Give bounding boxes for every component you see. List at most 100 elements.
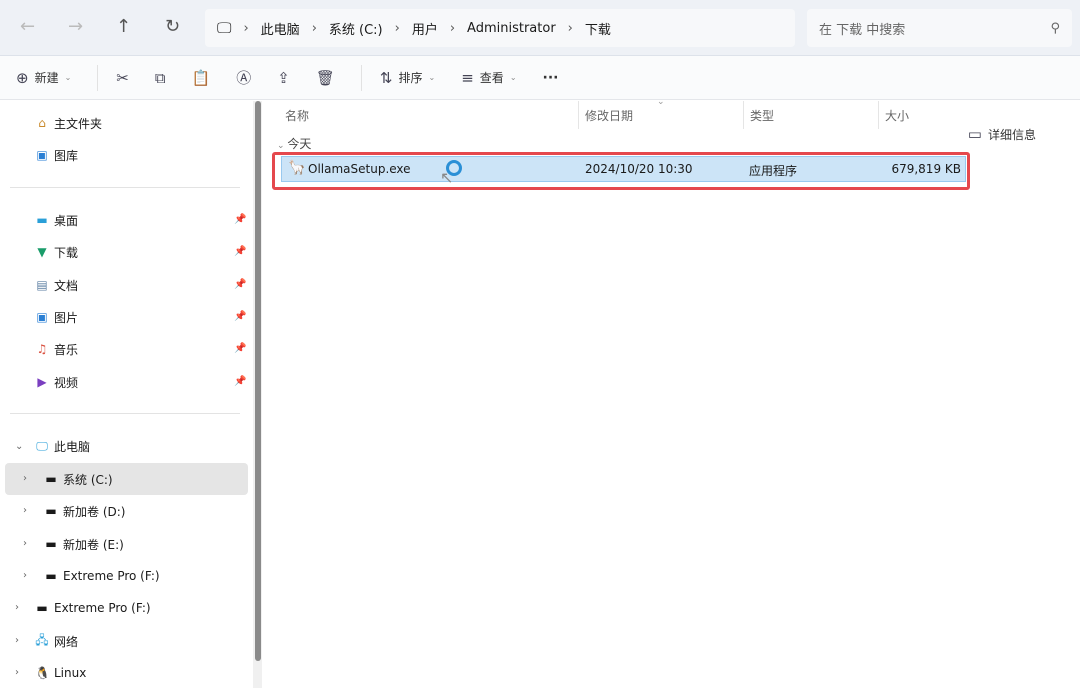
title-address-bar: ← → ↑ ↻ 🖵 › 此电脑 › 系统 (C:) › 用户 › Adminis… — [0, 0, 1080, 56]
sidebar-item-downloads[interactable]: ▼ 下载 — [35, 241, 78, 263]
copy-button[interactable]: ⧉ — [155, 69, 166, 87]
pin-icon[interactable]: 📌 — [234, 311, 246, 322]
sidebar-item-drive-d[interactable]: ▬ 新加卷 (D:) — [44, 500, 125, 522]
pin-icon[interactable]: 📌 — [234, 343, 246, 354]
download-icon: ▼ — [37, 245, 47, 259]
breadcrumb-separator: › — [243, 20, 249, 36]
sidebar-item-label: Extreme Pro (F:) — [54, 601, 151, 615]
chevron-right-icon[interactable]: › — [15, 635, 19, 646]
new-button[interactable]: ⊕ 新建 ⌄ — [16, 69, 71, 87]
sidebar-item-label: 图库 — [54, 148, 79, 163]
rename-icon: Ⓐ — [236, 69, 252, 87]
column-header-size[interactable]: 大小 — [885, 107, 909, 124]
sidebar-item-label: 主文件夹 — [54, 116, 103, 131]
pin-icon[interactable]: 📌 — [234, 376, 246, 387]
column-divider[interactable] — [578, 101, 579, 129]
picture-icon: ▣ — [36, 310, 48, 324]
music-icon: ♫ — [36, 342, 48, 356]
highlight-annotation — [272, 152, 970, 190]
column-header-type[interactable]: 类型 — [750, 107, 774, 124]
plus-circle-icon: ⊕ — [16, 68, 29, 87]
divider — [10, 413, 240, 414]
new-label: 新建 — [34, 71, 59, 85]
sidebar-item-label: 系统 (C:) — [63, 472, 113, 487]
sidebar-item-label: 音乐 — [54, 342, 79, 357]
sidebar-item-videos[interactable]: ▶ 视频 — [35, 371, 78, 393]
document-icon: ▤ — [36, 278, 48, 292]
column-header-name[interactable]: 名称 — [285, 107, 309, 124]
sidebar-item-label: 新加卷 (D:) — [63, 504, 126, 519]
sort-icon: ⇅ — [379, 68, 393, 87]
column-divider[interactable] — [743, 101, 744, 129]
scissors-icon: ✂ — [116, 68, 129, 87]
breadcrumb-this-pc[interactable]: 此电脑 — [261, 19, 300, 38]
sidebar-item-label: 下载 — [54, 245, 79, 260]
sidebar-item-label: Linux — [54, 666, 87, 680]
group-label: 今天 — [287, 137, 312, 151]
chevron-right-icon[interactable]: › — [23, 570, 27, 581]
refresh-button[interactable]: ↻ — [165, 16, 180, 37]
breadcrumb-separator: › — [394, 20, 400, 36]
chevron-right-icon[interactable]: › — [23, 473, 27, 484]
scrollbar-thumb[interactable] — [255, 101, 261, 661]
cut-button[interactable]: ✂ — [116, 69, 129, 87]
pin-icon[interactable]: 📌 — [234, 246, 246, 257]
search-icon: ⚲ — [1050, 20, 1060, 36]
sidebar-item-network[interactable]: 🖧 网络 — [35, 630, 78, 652]
divider — [360, 64, 362, 91]
delete-button[interactable]: 🗑 — [316, 69, 335, 87]
sidebar-item-drive-c[interactable]: ▬ 系统 (C:) — [44, 468, 113, 490]
video-icon: ▶ — [37, 375, 47, 389]
chevron-right-icon[interactable]: › — [15, 602, 19, 613]
rename-button[interactable]: Ⓐ — [236, 67, 251, 88]
view-button[interactable]: ≡ 查看 ⌄ — [461, 69, 516, 87]
breadcrumb-separator: › — [449, 20, 456, 36]
computer-icon: 🖵 — [36, 438, 48, 453]
breadcrumb-c-drive[interactable]: 系统 (C:) — [329, 19, 383, 38]
gallery-icon: ▣ — [36, 148, 48, 162]
sidebar-item-music[interactable]: ♫ 音乐 — [35, 338, 78, 360]
forward-button[interactable]: → — [68, 16, 83, 37]
chevron-right-icon[interactable]: › — [15, 667, 19, 678]
paste-button[interactable]: 📋 — [192, 69, 211, 87]
drive-icon: ▬ — [45, 537, 57, 551]
sidebar-item-pictures[interactable]: ▣ 图片 — [35, 306, 78, 328]
trash-icon: 🗑 — [315, 68, 335, 87]
back-button[interactable]: ← — [20, 16, 35, 37]
sidebar-item-this-pc[interactable]: 🖵 此电脑 — [35, 435, 90, 457]
divider — [10, 187, 240, 188]
sidebar-scrollbar[interactable] — [253, 101, 262, 688]
breadcrumb-downloads[interactable]: 下载 — [585, 19, 611, 38]
sidebar-item-extreme-pro[interactable]: ▬ Extreme Pro (F:) — [35, 597, 151, 619]
pin-icon[interactable]: 📌 — [234, 279, 246, 290]
divider — [97, 64, 99, 91]
sidebar-item-desktop[interactable]: ▬ 桌面 — [35, 209, 78, 231]
sidebar-item-drive-f[interactable]: ▬ Extreme Pro (F:) — [44, 565, 159, 587]
network-icon: 🖧 — [35, 632, 49, 647]
breadcrumb-administrator[interactable]: Administrator — [467, 21, 556, 36]
address-bar[interactable]: 🖵 › 此电脑 › 系统 (C:) › 用户 › Administrator ›… — [205, 9, 795, 47]
sidebar-item-label: 网络 — [54, 634, 79, 649]
share-button[interactable]: ⇪ — [277, 69, 290, 87]
sidebar-item-gallery[interactable]: ▣ 图库 — [35, 144, 78, 166]
chevron-right-icon[interactable]: › — [23, 538, 27, 549]
sidebar-item-drive-e[interactable]: ▬ 新加卷 (E:) — [44, 533, 123, 555]
sidebar-item-linux[interactable]: 🐧 Linux — [35, 662, 86, 684]
drive-icon: ▬ — [36, 601, 48, 615]
pin-icon[interactable]: 📌 — [234, 214, 246, 225]
more-button[interactable]: ··· — [543, 70, 559, 86]
breadcrumb-users[interactable]: 用户 — [412, 19, 438, 38]
share-icon: ⇪ — [277, 68, 290, 87]
search-input[interactable]: 在 下载 中搜索 ⚲ — [807, 9, 1072, 47]
drive-icon: ▬ — [45, 504, 57, 518]
sort-button[interactable]: ⇅ 排序 ⌄ — [380, 69, 435, 87]
sidebar-item-home[interactable]: ⌂ 主文件夹 — [35, 112, 102, 134]
chevron-right-icon[interactable]: › — [23, 505, 27, 516]
up-button[interactable]: ↑ — [116, 16, 131, 37]
column-divider[interactable] — [878, 101, 879, 129]
sidebar-item-label: 桌面 — [54, 213, 79, 228]
sidebar-item-documents[interactable]: ▤ 文档 — [35, 274, 78, 296]
column-header-date[interactable]: 修改日期 — [585, 107, 633, 124]
chevron-down-icon[interactable]: ⌄ — [15, 441, 23, 452]
group-header-today[interactable]: ⌄ 今天 — [277, 135, 311, 152]
